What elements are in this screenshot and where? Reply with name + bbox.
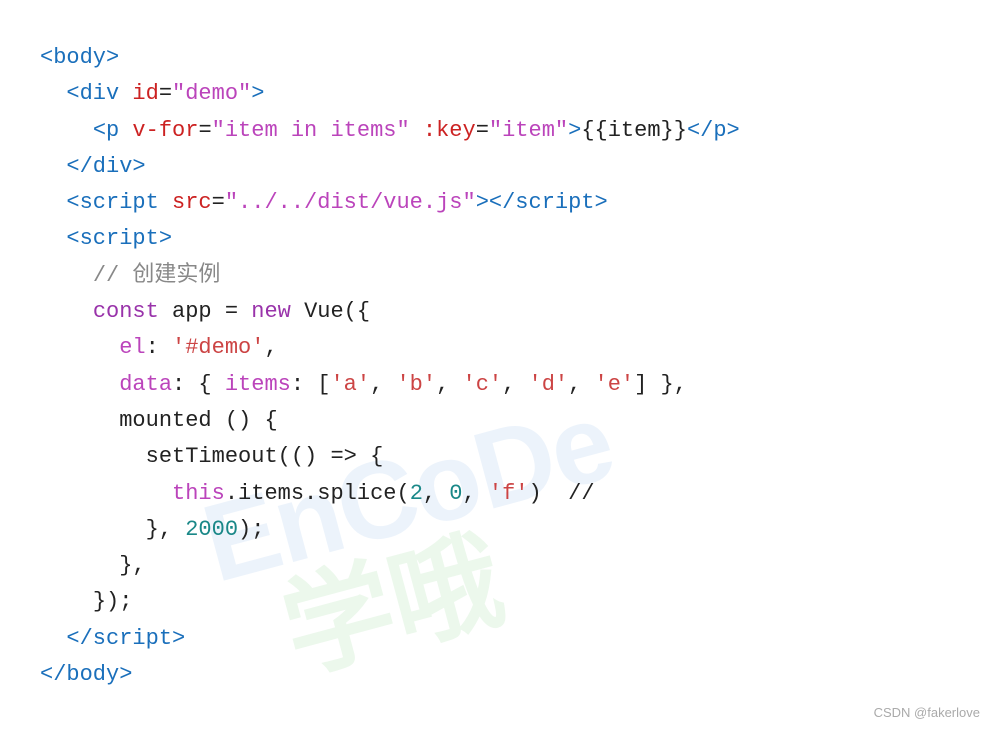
code-line-17: </script>: [40, 621, 960, 657]
code-line-18: </body>: [40, 657, 960, 693]
code-line-3: <p v-for="item in items" :key="item">{{i…: [40, 113, 960, 149]
code-line-4: </div>: [40, 149, 960, 185]
code-line-13: this.items.splice(2, 0, 'f') //: [40, 476, 960, 512]
csdn-label: CSDN @fakerlove: [874, 705, 980, 720]
code-line-2: <div id="demo">: [40, 76, 960, 112]
code-line-5: <script src="../../dist/vue.js"></script…: [40, 185, 960, 221]
code-line-7: // 创建实例: [40, 258, 960, 294]
code-line-6: <script>: [40, 221, 960, 257]
code-container: EnCoDe 学哦 <body> <div id="demo"> <p v-fo…: [0, 0, 1000, 736]
code-line-16: });: [40, 584, 960, 620]
code-line-12: setTimeout(() => {: [40, 439, 960, 475]
code-line-9: el: '#demo',: [40, 330, 960, 366]
code-line-15: },: [40, 548, 960, 584]
code-block: <body> <div id="demo"> <p v-for="item in…: [40, 40, 960, 693]
code-line-14: }, 2000);: [40, 512, 960, 548]
code-line-11: mounted () {: [40, 403, 960, 439]
code-line-1: <body>: [40, 40, 960, 76]
code-line-10: data: { items: ['a', 'b', 'c', 'd', 'e']…: [40, 367, 960, 403]
code-line-8: const app = new Vue({: [40, 294, 960, 330]
